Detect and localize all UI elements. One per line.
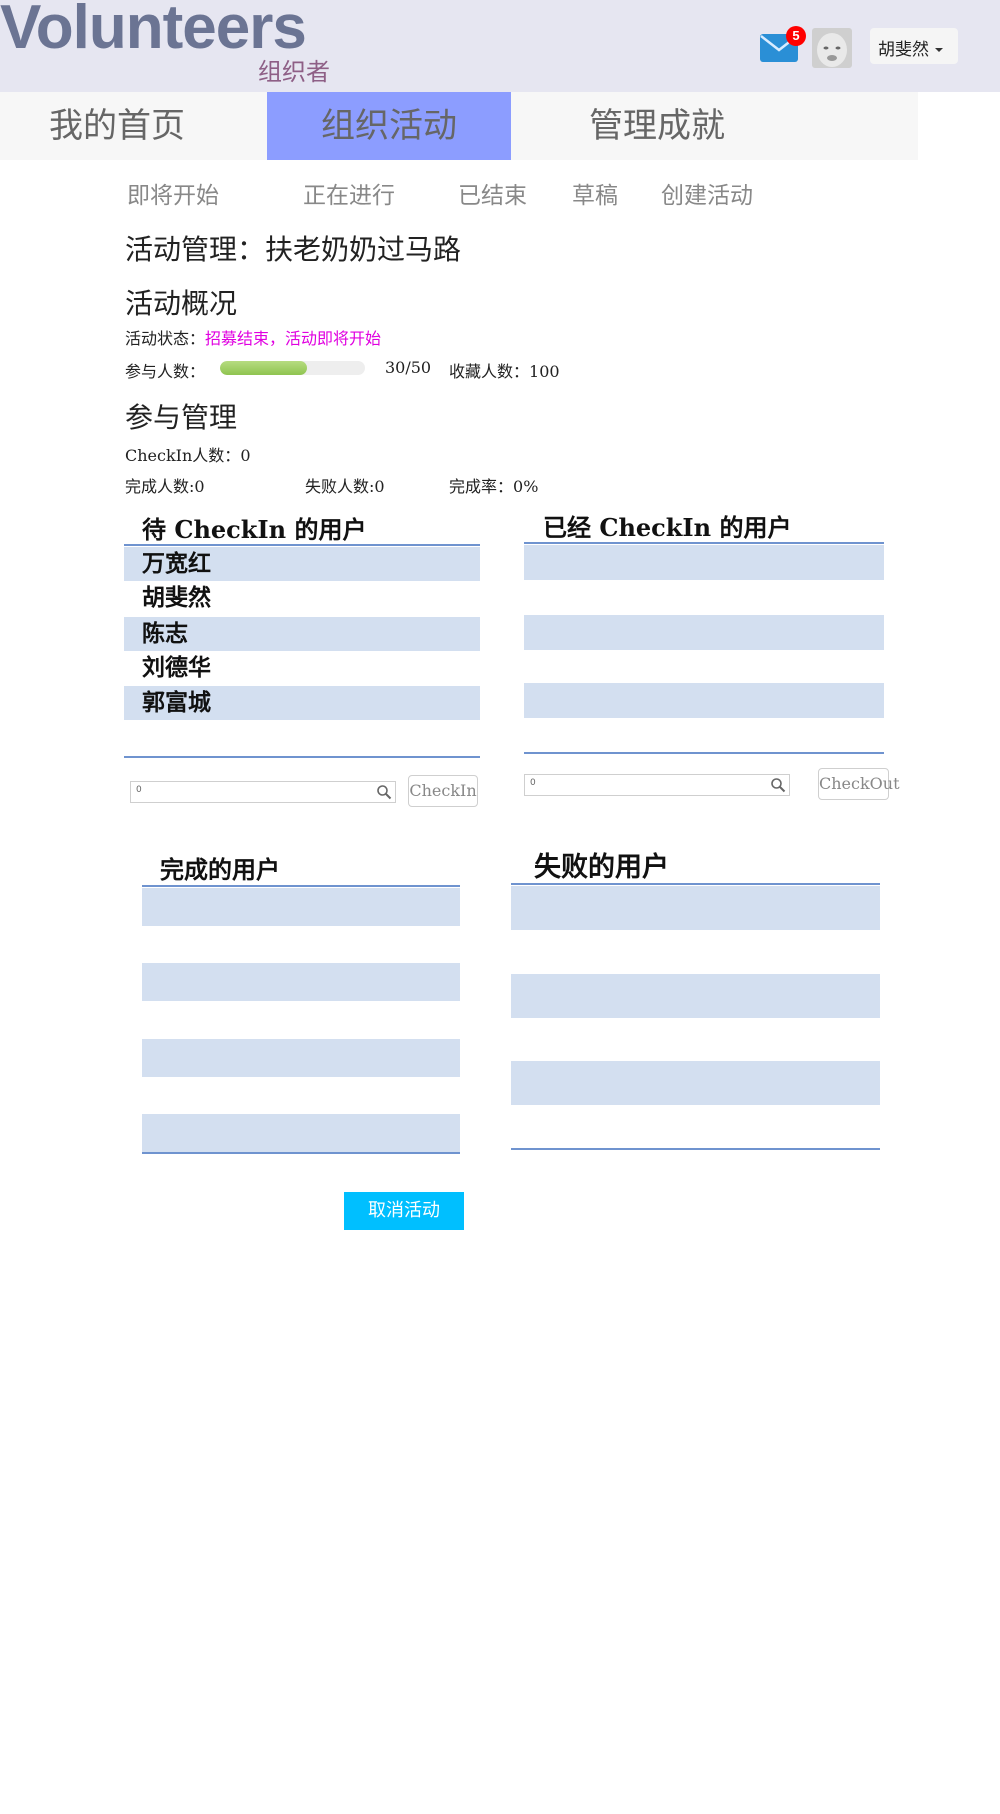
main-nav: 我的首页 组织活动 管理成就: [0, 92, 918, 160]
list-divider: [142, 885, 460, 887]
management-heading: 参与管理: [125, 401, 238, 434]
completed-user-row[interactable]: [142, 1039, 460, 1077]
failed-count-label: 失败人数:: [305, 477, 375, 496]
checkin-count-value: 0: [240, 446, 251, 465]
participants-value: 30/50: [385, 358, 431, 377]
completion-rate-value: 0%: [513, 477, 539, 496]
checked-in-search-input[interactable]: 0: [524, 774, 790, 796]
user-name: 胡斐然: [878, 40, 929, 60]
caret-down-icon: [935, 48, 943, 52]
completed-user-row[interactable]: [142, 1114, 460, 1152]
tab-home[interactable]: 我的首页: [0, 92, 234, 160]
failed-user-row[interactable]: [511, 1061, 880, 1105]
completed-count-value: 0: [194, 477, 205, 496]
list-divider: [124, 756, 480, 758]
overview-heading: 活动概况: [125, 287, 238, 320]
completed-users-title: 完成的用户: [160, 855, 280, 884]
status-value: 招募结束，活动即将开始: [205, 329, 382, 348]
pending-search-value: 0: [136, 785, 142, 795]
failed-users-title: 失败的用户: [534, 852, 669, 883]
pending-search-input[interactable]: 0: [130, 781, 396, 803]
user-menu-dropdown[interactable]: 胡斐然: [870, 28, 958, 64]
list-divider: [511, 1148, 880, 1150]
user-role: 组织者: [258, 58, 330, 86]
checkin-button[interactable]: CheckIn: [408, 775, 478, 807]
checked-in-row[interactable]: [524, 545, 884, 580]
pending-user-row[interactable]: 胡斐然: [124, 581, 480, 615]
checked-in-search-value: 0: [530, 778, 536, 788]
tab-manage-achievements[interactable]: 管理成就: [550, 92, 764, 160]
list-divider: [524, 542, 884, 544]
list-divider: [142, 1152, 460, 1154]
tab-organize-activities[interactable]: 组织活动: [267, 92, 511, 160]
top-header: Volunteers 组织者 5 胡斐然: [0, 0, 1000, 92]
checkin-count-line: CheckIn人数：0: [125, 442, 251, 466]
list-divider: [511, 883, 880, 885]
pending-checkin-title: 待 CheckIn 的用户: [142, 515, 367, 544]
failed-user-row[interactable]: [511, 974, 880, 1018]
completed-count-label: 完成人数:: [125, 477, 195, 496]
avatar[interactable]: [812, 28, 852, 68]
cancel-activity-button[interactable]: 取消活动: [344, 1192, 464, 1230]
checked-in-row[interactable]: [524, 615, 884, 650]
progress-fill: [220, 361, 307, 375]
failed-user-row[interactable]: [511, 886, 880, 930]
status-line: 活动状态：招募结束，活动即将开始: [125, 325, 381, 349]
failed-count-line: 失败人数:0: [305, 473, 385, 497]
favorites-line: 收藏人数：100: [449, 358, 560, 382]
failed-count-value: 0: [374, 477, 385, 496]
list-divider: [124, 544, 480, 546]
participants-label: 参与人数：: [125, 362, 206, 381]
subnav-upcoming[interactable]: 即将开始: [127, 176, 219, 210]
favorites-value: 100: [529, 362, 560, 381]
participants-progress-bar: [220, 361, 365, 375]
completion-rate-label: 完成率：: [449, 477, 514, 496]
completed-count-line: 完成人数:0: [125, 473, 205, 497]
checkin-count-label: CheckIn人数：: [125, 446, 241, 465]
pending-user-row[interactable]: 万宽红: [124, 547, 480, 581]
search-icon[interactable]: [376, 784, 392, 800]
checkout-button[interactable]: CheckOut: [818, 768, 900, 800]
status-label: 活动状态：: [125, 329, 206, 348]
pending-user-row[interactable]: 刘德华: [124, 651, 480, 685]
subnav-ongoing[interactable]: 正在进行: [303, 176, 395, 210]
search-icon[interactable]: [770, 777, 786, 793]
pending-user-row[interactable]: 陈志: [124, 617, 480, 651]
subnav-create-activity[interactable]: 创建活动: [661, 176, 753, 210]
subnav-drafts[interactable]: 草稿: [572, 176, 618, 210]
checked-in-title: 已经 CheckIn 的用户: [543, 513, 792, 542]
favorites-label: 收藏人数：: [449, 362, 530, 381]
pending-user-row[interactable]: 郭富城: [124, 686, 480, 720]
list-divider: [524, 752, 884, 754]
completed-user-row[interactable]: [142, 963, 460, 1001]
completed-user-row[interactable]: [142, 888, 460, 926]
checked-in-row[interactable]: [524, 683, 884, 718]
subnav-ended[interactable]: 已结束: [458, 176, 527, 210]
completion-rate-line: 完成率：0%: [449, 473, 538, 497]
page-title: 活动管理：扶老奶奶过马路: [125, 233, 462, 266]
mail-count-badge: 5: [786, 26, 806, 46]
